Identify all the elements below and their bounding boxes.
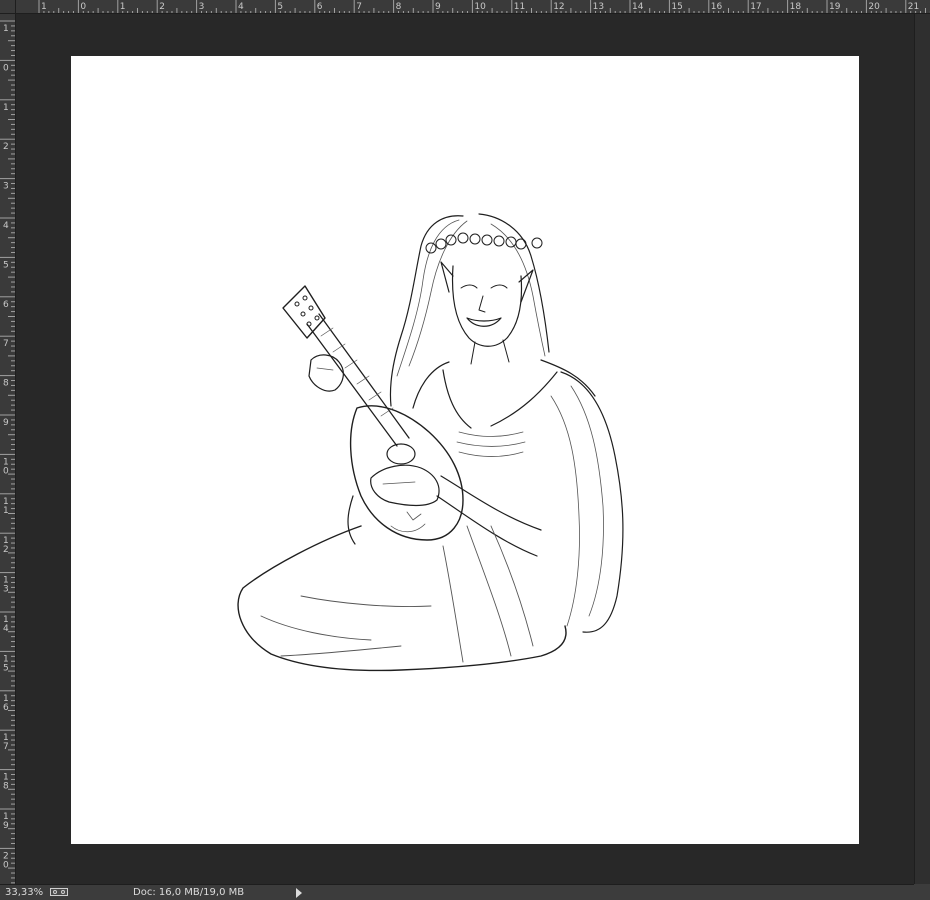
document-canvas[interactable] [71, 56, 859, 844]
horizontal-ruler-graphic: 1 0 1 2 3 4 5 6 7 8 9 10 11 12 13 14 15 16 17 18 19 20 21 [38, 0, 930, 13]
ruler-label: 4 [238, 2, 244, 12]
ruler-label: 5 [3, 663, 9, 673]
ruler-label: 0 [80, 2, 86, 12]
ruler-label: 9 [3, 418, 9, 428]
ruler-label: 8 [3, 379, 9, 389]
ruler-label: 6 [3, 300, 9, 310]
ruler-label: 5 [3, 260, 9, 270]
ruler-label: 6 [3, 703, 9, 713]
ruler-label: 0 [3, 466, 9, 476]
ruler-label: 18 [790, 2, 802, 12]
ruler-label: 2 [3, 142, 9, 152]
zoom-level-field[interactable]: 33,33% [5, 886, 43, 900]
ruler-label: 7 [3, 742, 9, 752]
ruler-label: 8 [396, 2, 402, 12]
ruler-label: 0 [3, 860, 9, 870]
horizontal-ruler[interactable]: 1 0 1 2 3 4 5 6 7 8 9 10 11 12 13 14 15 16 17 18 19 20 21 [16, 0, 930, 14]
ruler-label: 3 [199, 2, 205, 12]
ruler-label: 5 [277, 2, 283, 12]
document-workspace[interactable] [16, 14, 914, 884]
ruler-label: 1 [120, 2, 126, 12]
vertical-scrollbar-track[interactable] [914, 14, 930, 884]
ruler-label: 14 [632, 2, 644, 12]
ruler-label: 1 [3, 103, 9, 113]
ruler-label: 3 [3, 585, 9, 595]
ruler-label: 21 [908, 2, 919, 12]
ruler-label: 3 [3, 182, 9, 192]
ruler-label: 1 [41, 2, 47, 12]
ruler-label: 9 [3, 821, 9, 831]
ruler-label: 10 [474, 2, 486, 12]
triangle-right-icon[interactable] [296, 888, 302, 898]
ruler-label: 2 [159, 2, 165, 12]
ruler-origin-corner[interactable] [0, 0, 16, 14]
ruler-label: 4 [3, 624, 9, 634]
ruler-label: 11 [514, 2, 525, 12]
ruler-label: 1 [3, 24, 9, 34]
ruler-label: 0 [3, 63, 9, 73]
status-bar: 33,33% Doc: 16,0 MB/19,0 MB [0, 884, 930, 900]
ruler-label: 7 [3, 339, 9, 349]
ruler-label: 17 [750, 2, 761, 12]
ruler-label: 19 [829, 2, 841, 12]
ruler-label: 20 [868, 2, 880, 12]
ruler-label: 15 [671, 2, 682, 12]
document-size-info: Doc: 16,0 MB/19,0 MB [133, 887, 245, 898]
vertical-ruler[interactable]: 101234567891011121314151617181920 [0, 14, 16, 884]
photoshop-document-window: 1 0 1 2 3 4 5 6 7 8 9 10 11 12 13 14 15 16 17 18 19 20 21 1012… [0, 0, 930, 900]
ruler-label: 7 [356, 2, 362, 12]
sketch-elf-lute-player-icon [237, 213, 624, 672]
ruler-label: 8 [3, 782, 9, 792]
ruler-label: 16 [711, 2, 723, 12]
vertical-ruler-graphic: 101234567891011121314151617181920 [0, 20, 15, 884]
ruler-label: 9 [435, 2, 441, 12]
ruler-label: 13 [593, 2, 604, 12]
ruler-label: 1 [3, 506, 9, 516]
scrollbar-corner [914, 884, 930, 900]
ruler-label: 2 [3, 545, 9, 555]
ruler-label: 12 [553, 2, 564, 12]
ruler-label: 6 [317, 2, 323, 12]
zoom-toggle-icon[interactable] [50, 888, 68, 896]
ruler-label: 4 [3, 221, 9, 231]
